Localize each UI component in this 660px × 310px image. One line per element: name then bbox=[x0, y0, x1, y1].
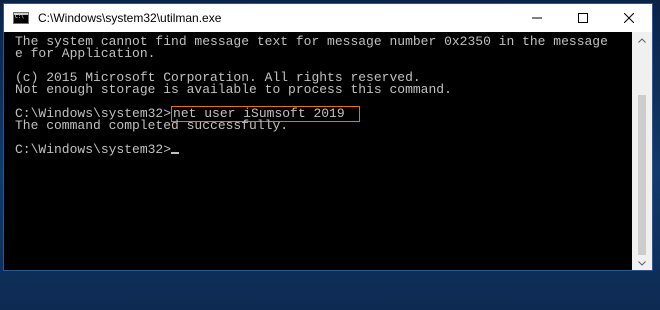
close-icon bbox=[624, 13, 634, 23]
minimize-icon bbox=[532, 17, 542, 19]
close-button[interactable] bbox=[606, 4, 652, 32]
scroll-up-button[interactable] bbox=[632, 32, 652, 49]
scrollbar-thumb[interactable] bbox=[638, 95, 646, 255]
minimize-button[interactable] bbox=[514, 4, 560, 32]
current-prompt-line[interactable]: C:\Windows\system32> bbox=[15, 142, 632, 157]
window-title: C:\Windows\system32\utilman.exe bbox=[38, 11, 222, 25]
scroll-down-button[interactable] bbox=[632, 255, 652, 270]
console-output[interactable]: The system cannot find message text for … bbox=[4, 32, 632, 270]
console-line: Not enough storage is available to proce… bbox=[15, 82, 452, 97]
console-window[interactable]: C:\Windows\system32\utilman.exe The syst… bbox=[3, 3, 653, 271]
prompt: C:\Windows\system32> bbox=[15, 142, 172, 157]
vertical-scrollbar[interactable] bbox=[632, 32, 652, 270]
chevron-up-icon bbox=[638, 38, 646, 43]
desktop-background: C:\Windows\system32\utilman.exe The syst… bbox=[0, 0, 660, 310]
console-line: e for Application. bbox=[15, 46, 156, 61]
console-app-icon bbox=[13, 12, 29, 24]
maximize-icon bbox=[578, 13, 588, 23]
text-cursor bbox=[171, 152, 180, 154]
title-bar[interactable]: C:\Windows\system32\utilman.exe bbox=[4, 4, 652, 32]
chevron-down-icon bbox=[638, 261, 646, 266]
maximize-button[interactable] bbox=[560, 4, 606, 32]
